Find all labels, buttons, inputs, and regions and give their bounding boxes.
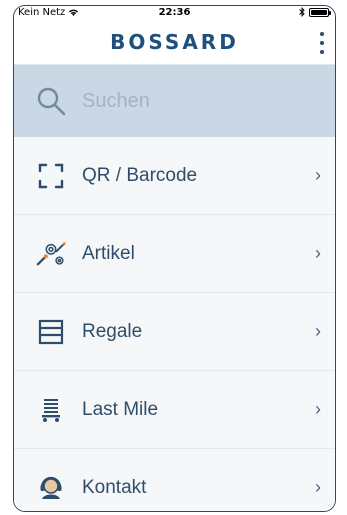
dot-icon (320, 50, 324, 54)
shelf-icon (36, 317, 66, 347)
chevron-right-icon: › (315, 243, 321, 263)
tools-icon (36, 239, 66, 269)
battery-icon (309, 7, 331, 17)
headset-icon (36, 473, 66, 503)
menu-item-last-mile[interactable]: Last Mile › (14, 371, 335, 449)
chevron-right-icon: › (315, 321, 321, 341)
menu-item-artikel[interactable]: Artikel › (14, 215, 335, 293)
chevron-right-icon: › (315, 477, 321, 497)
status-right (299, 7, 331, 17)
menu-item-label: Last Mile (82, 398, 159, 420)
chevron-right-icon: › (315, 399, 321, 419)
bluetooth-icon (299, 7, 305, 17)
menu-item-kontakt[interactable]: Kontakt › (14, 449, 335, 511)
cart-icon (36, 395, 66, 425)
menu-item-label: Artikel (82, 242, 135, 264)
search-placeholder: Suchen (82, 89, 150, 112)
search-bar[interactable]: Suchen (14, 65, 335, 137)
menu-item-label: Kontakt (82, 476, 147, 498)
menu-item-label: QR / Barcode (82, 164, 198, 186)
menu-item-regale[interactable]: Regale › (14, 293, 335, 371)
app-frame: Kein Netz 22:36 BOSSARD Suchen QR / Barc… (13, 5, 336, 512)
chevron-right-icon: › (315, 165, 321, 185)
dot-icon (320, 32, 324, 36)
menu-item-qr-barcode[interactable]: QR / Barcode › (14, 137, 335, 215)
menu-item-label: Regale (82, 320, 143, 342)
more-menu-button[interactable] (317, 32, 327, 54)
status-bar: Kein Netz 22:36 (14, 6, 335, 20)
main-menu-list: QR / Barcode › Artikel › Regale › Last M… (14, 137, 335, 511)
app-header: BOSSARD (14, 20, 335, 65)
dot-icon (320, 41, 324, 45)
clock: 22:36 (158, 7, 191, 18)
qr-scan-icon (36, 161, 66, 191)
search-icon (37, 87, 66, 116)
bossard-logo: BOSSARD (110, 30, 239, 54)
